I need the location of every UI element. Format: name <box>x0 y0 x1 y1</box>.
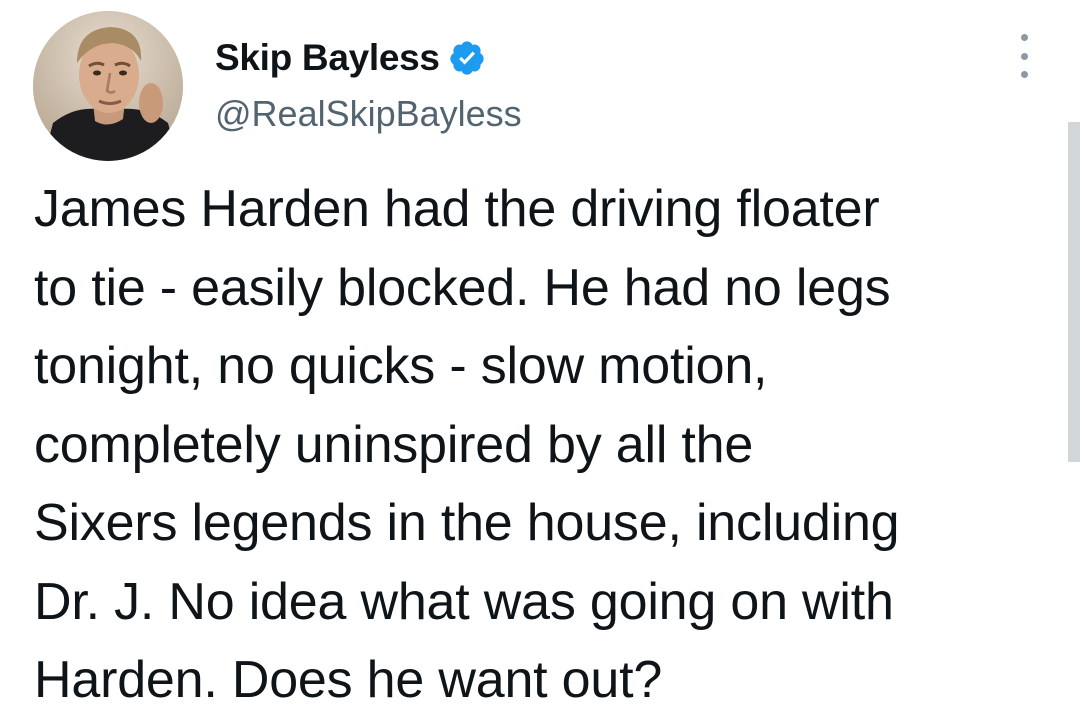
author-handle[interactable]: @RealSkipBayless <box>215 93 522 135</box>
tweet-text-line: Harden. Does he want out? <box>34 651 663 709</box>
tweet-text-line: tonight, no quicks - slow motion, <box>34 337 768 395</box>
tweet-text-line: completely uninspired by all the <box>34 415 754 474</box>
tweet-text: James Harden had the driving floater to … <box>34 170 1044 720</box>
verified-badge-icon <box>448 39 486 77</box>
author-display-name[interactable]: Skip Bayless <box>215 37 440 79</box>
more-options-dot <box>1020 52 1028 60</box>
more-options-button[interactable] <box>1006 34 1042 78</box>
author-name-row: Skip Bayless <box>215 32 486 84</box>
more-options-dot <box>1020 71 1028 78</box>
tweet-text-line: Dr. J. No idea what was going on with <box>34 572 894 631</box>
avatar-photo-icon <box>33 11 183 161</box>
scrollbar[interactable] <box>1068 122 1080 462</box>
avatar[interactable] <box>33 11 183 161</box>
tweet-text-line: James Harden had the driving floater <box>34 180 880 238</box>
tweet-text-line: to tie - easily blocked. He had no legs <box>34 258 891 317</box>
tweet-text-line: Sixers legends in the house, including <box>34 494 900 552</box>
tweet-card: Skip Bayless @RealSkipBayless James Hard… <box>0 0 1080 715</box>
more-options-icon <box>1020 34 1028 41</box>
